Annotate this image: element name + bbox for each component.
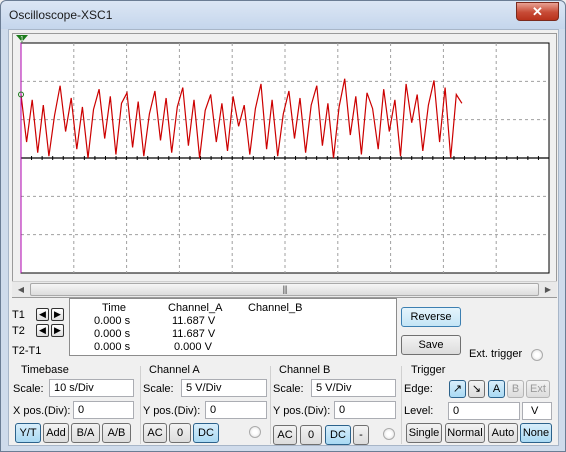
t2-right-button[interactable]: ▶: [51, 324, 64, 337]
scope-display: 1: [12, 33, 557, 298]
channel-a-dc-button[interactable]: DC: [193, 423, 219, 443]
cursor-t1-label: T1: [12, 309, 25, 321]
cursor-diff-row: T2-T1: [12, 344, 68, 358]
group-separator: [140, 366, 141, 444]
trigger-falling-edge-button[interactable]: ↘: [468, 380, 485, 398]
trigger-source-b-button[interactable]: B: [507, 380, 524, 398]
oscilloscope-client: 1 ◀ ||| ▶ T1 ◀ ▶ T2 ◀ ▶ T2-T1 Time Chann…: [8, 29, 559, 446]
channel-b-zero-button[interactable]: 0: [300, 425, 322, 445]
t2-left-button[interactable]: ◀: [36, 324, 49, 337]
trigger-edge-label: Edge:: [404, 383, 433, 395]
cursor-diff-label: T2-T1: [12, 345, 42, 357]
window-title: Oscilloscope-XSC1: [9, 8, 113, 22]
channel-a-ac-button[interactable]: AC: [143, 423, 167, 443]
channel-b-title: Channel B: [279, 364, 331, 376]
close-button[interactable]: ✕: [516, 2, 559, 21]
scope-screen: 1: [16, 35, 550, 274]
channel-a-ypos-label: Y pos.(Div):: [143, 405, 201, 417]
cursor-t2-row: T2 ◀ ▶: [12, 324, 68, 338]
timebase-xpos-label: X pos.(Div):: [13, 405, 71, 417]
trigger-level-input[interactable]: 0: [448, 402, 520, 420]
group-separator: [401, 366, 402, 444]
trigger-level-unit[interactable]: V: [522, 402, 552, 420]
trigger-source-a-button[interactable]: A: [488, 380, 505, 398]
readout-header-channel-a: Channel_A: [168, 302, 223, 314]
channel-a-terminal[interactable]: [249, 426, 261, 438]
timebase-title: Timebase: [21, 364, 69, 376]
mode-yt-button[interactable]: Y/T: [15, 423, 41, 443]
horizontal-scrollbar[interactable]: ◀ ||| ▶: [12, 281, 557, 297]
channel-a-ypos-input[interactable]: 0: [205, 401, 267, 419]
cursor-controls: T1 ◀ ▶ T2 ◀ ▶ T2-T1: [12, 302, 68, 357]
timebase-scale-input[interactable]: 10 s/Div: [49, 379, 134, 397]
save-button[interactable]: Save: [401, 335, 461, 355]
mode-add-button[interactable]: Add: [43, 423, 69, 443]
channel-b-ypos-label: Y pos.(Div):: [273, 405, 331, 417]
readout-diff-channel-a: 0.000 V: [174, 341, 212, 353]
channel-a-title: Channel A: [149, 364, 200, 376]
readout-t2-channel-a: 11.687 V: [172, 328, 216, 340]
timebase-scale-label: Scale:: [13, 383, 44, 395]
channel-a-scale-label: Scale:: [143, 383, 174, 395]
oscilloscope-window: Oscilloscope-XSC1 ✕ 1 ◀ ||| ▶ T1 ◀ ▶ T2 …: [0, 0, 566, 452]
group-separator: [270, 366, 271, 444]
readout-t1-time: 0.000 s: [94, 315, 131, 327]
measurement-readout: Time Channel_A Channel_B 0.000 s 11.687 …: [69, 298, 397, 356]
trigger-single-button[interactable]: Single: [406, 423, 442, 443]
cursor-t2-label: T2: [12, 325, 25, 337]
reverse-button[interactable]: Reverse: [401, 307, 461, 327]
cursor-t1-row: T1 ◀ ▶: [12, 308, 68, 322]
channel-a-scale-input[interactable]: 5 V/Div: [181, 379, 267, 397]
channel-b-scale-label: Scale:: [273, 383, 304, 395]
trigger-auto-button[interactable]: Auto: [488, 423, 518, 443]
channel-b-ac-button[interactable]: AC: [273, 425, 297, 445]
readout-t1-channel-a: 11.687 V: [172, 315, 216, 327]
trigger-normal-button[interactable]: Normal: [445, 423, 485, 443]
channel-a-zero-button[interactable]: 0: [169, 423, 191, 443]
readout-header-channel-b: Channel_B: [248, 302, 303, 314]
trigger-source-ext-button[interactable]: Ext: [526, 380, 550, 398]
readout-t2-time: 0.000 s: [94, 328, 131, 340]
trigger-level-label: Level:: [404, 405, 434, 417]
channel-b-dc-button[interactable]: DC: [325, 425, 351, 445]
trigger-rising-edge-button[interactable]: ↗: [449, 380, 466, 398]
ext-trigger-label: Ext. trigger: [469, 348, 523, 360]
channel-b-invert-button[interactable]: -: [353, 425, 369, 445]
channel-b-terminal[interactable]: [383, 428, 395, 440]
title-bar[interactable]: Oscilloscope-XSC1 ✕: [1, 1, 565, 29]
readout-header-time: Time: [102, 302, 127, 314]
channel-b-ypos-input[interactable]: 0: [334, 401, 396, 419]
channel-b-scale-input[interactable]: 5 V/Div: [311, 379, 396, 397]
trigger-title: Trigger: [411, 364, 446, 376]
ext-trigger-terminal[interactable]: [531, 349, 543, 361]
trigger-none-button[interactable]: None: [520, 423, 552, 443]
scroll-right-arrow[interactable]: ▶: [540, 282, 556, 297]
mode-ab-button[interactable]: A/B: [102, 423, 131, 443]
scroll-left-arrow[interactable]: ◀: [13, 282, 29, 297]
mode-ba-button[interactable]: B/A: [71, 423, 100, 443]
t1-left-button[interactable]: ◀: [36, 308, 49, 321]
readout-diff-time: 0.000 s: [94, 341, 131, 353]
t1-right-button[interactable]: ▶: [51, 308, 64, 321]
timebase-xpos-input[interactable]: 0: [73, 401, 134, 419]
cursor-t1-marker: 1: [20, 36, 24, 43]
scroll-thumb[interactable]: |||: [30, 283, 539, 296]
